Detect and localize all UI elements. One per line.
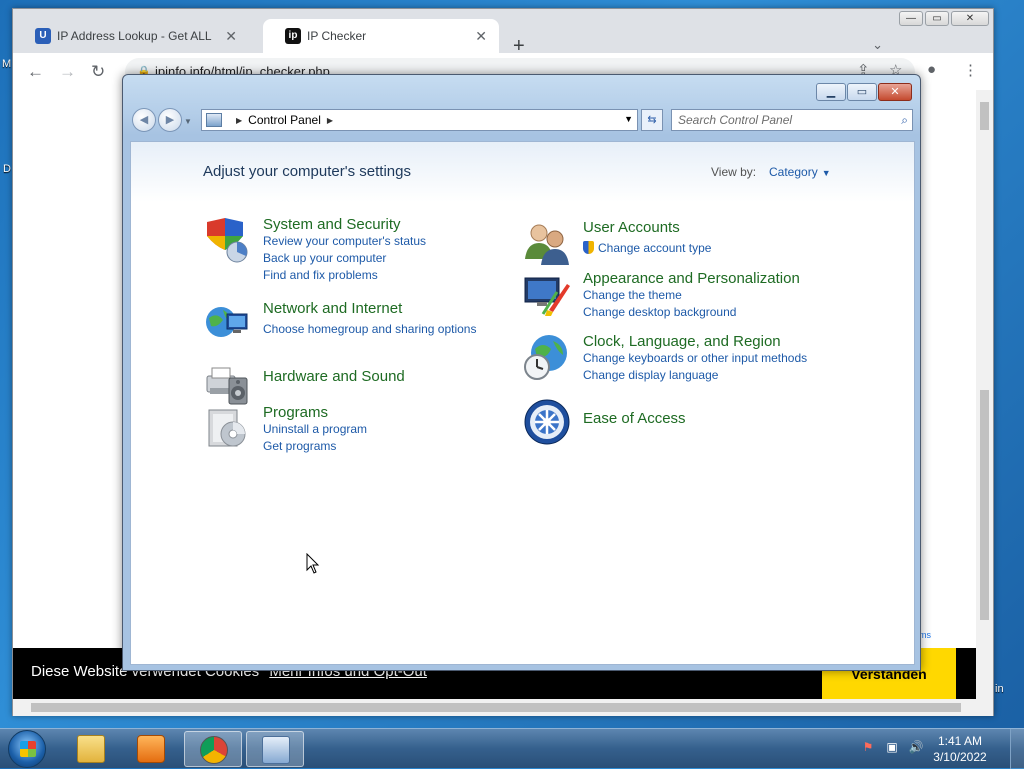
volume-icon[interactable]: 🔊 xyxy=(908,739,924,755)
category-title-link[interactable]: Appearance and Personalization xyxy=(583,270,800,287)
tab-ip-checker[interactable]: ip IP Checker ✕ xyxy=(263,19,499,53)
task-link[interactable]: Change display language xyxy=(583,368,718,382)
task-link[interactable]: Uninstall a program xyxy=(263,422,367,436)
clock[interactable]: 1:41 AM 3/10/2022 xyxy=(924,733,996,765)
breadcrumb-arrow-icon[interactable]: ▶ xyxy=(327,116,333,125)
dropdown-arrow-icon: ▼ xyxy=(821,168,831,178)
menu-kebab-icon[interactable]: ⋮ xyxy=(963,61,978,79)
task-link[interactable]: Choose homegroup and sharing options xyxy=(263,322,476,336)
horizontal-scrollbar[interactable] xyxy=(13,699,993,716)
printer-speaker-icon xyxy=(206,367,248,405)
users-icon xyxy=(525,224,569,265)
control-panel-window: ▁ ▭ ✕ ◀ ▶ ▼ ▶ Control Panel ▶ ▼ ⇆ Search… xyxy=(122,74,921,671)
category-title-link[interactable]: Programs xyxy=(263,404,328,421)
desktop-fragment: M xyxy=(2,58,12,70)
windows-logo-icon xyxy=(20,741,36,757)
task-link-label: Change account type xyxy=(598,241,712,255)
recent-pages-dropdown-icon[interactable]: ▼ xyxy=(184,117,192,132)
desktop-fragment: in xyxy=(995,683,1004,695)
close-button[interactable]: ✕ xyxy=(878,83,912,101)
ease-of-access-icon xyxy=(524,399,570,445)
mouse-cursor-icon xyxy=(306,553,320,574)
tab-label: IP Address Lookup - Get ALL IP L xyxy=(57,29,215,43)
page-title: Adjust your computer's settings xyxy=(203,163,411,180)
search-icon[interactable]: ⌕ xyxy=(901,113,908,128)
chrome-icon xyxy=(200,736,228,764)
maximize-button[interactable]: ▭ xyxy=(847,83,877,101)
category-title-link[interactable]: System and Security xyxy=(263,216,401,233)
back-arrow-icon[interactable]: ← xyxy=(27,62,44,82)
shield-icon xyxy=(207,218,248,263)
category-title-link[interactable]: Hardware and Sound xyxy=(263,368,405,385)
view-by-label: View by: xyxy=(711,165,757,179)
navigation-buttons: ◀ ▶ ▼ xyxy=(132,108,192,132)
refresh-icon[interactable]: ⇆ xyxy=(641,109,663,131)
forward-arrow-icon[interactable]: ▶ xyxy=(158,108,182,132)
taskbar-control-panel[interactable] xyxy=(246,731,304,767)
breadcrumb-arrow-icon[interactable]: ▶ xyxy=(236,116,242,125)
system-tray: ⚑ ▣ 🔊 xyxy=(860,739,924,755)
search-placeholder: Search Control Panel xyxy=(678,113,793,127)
task-link[interactable]: Get programs xyxy=(263,439,336,453)
category-title-link[interactable]: Network and Internet xyxy=(263,300,402,317)
reload-icon[interactable]: ↻ xyxy=(91,62,105,82)
task-link[interactable]: Review your computer's status xyxy=(263,234,426,248)
address-dropdown-icon[interactable]: ▼ xyxy=(624,114,633,124)
category-title-link[interactable]: Ease of Access xyxy=(583,410,686,427)
control-panel-icon xyxy=(206,113,222,127)
view-by-value: Category xyxy=(769,165,818,179)
clock-time: 1:41 AM xyxy=(937,734,983,748)
task-link[interactable]: Change keyboards or other input methods xyxy=(583,351,807,365)
category-title-link[interactable]: User Accounts xyxy=(583,219,680,236)
window-caption-buttons: ▁ ▭ ✕ xyxy=(816,83,912,101)
tab-strip: U IP Address Lookup - Get ALL IP L ✕ ip … xyxy=(13,19,993,57)
back-arrow-icon[interactable]: ◀ xyxy=(132,108,156,132)
profile-avatar-icon[interactable]: ● xyxy=(927,61,936,78)
programs-disc-icon xyxy=(208,409,246,447)
taskbar-media-player[interactable] xyxy=(122,731,180,767)
uac-shield-icon xyxy=(583,241,594,254)
address-bar[interactable]: ▶ Control Panel ▶ ▼ xyxy=(201,109,638,131)
control-panel-content: Adjust your computer's settings View by:… xyxy=(130,141,915,665)
action-center-flag-icon[interactable]: ⚑ xyxy=(860,739,876,755)
task-link[interactable]: Change desktop background xyxy=(583,305,736,319)
tab-label: IP Checker xyxy=(307,29,367,43)
site-favicon-icon: U xyxy=(35,28,51,44)
globe-clock-icon xyxy=(524,335,567,380)
task-link[interactable]: Back up your computer xyxy=(263,251,386,265)
tab-close-icon[interactable]: ✕ xyxy=(225,28,237,44)
view-by-dropdown[interactable]: Category ▼ xyxy=(769,165,831,179)
scrollbar-thumb[interactable] xyxy=(31,703,961,712)
monitor-paintbrush-icon xyxy=(524,277,570,316)
minimize-button[interactable]: ▁ xyxy=(816,83,846,101)
tab-close-icon[interactable]: ✕ xyxy=(475,28,487,44)
breadcrumb-control-panel[interactable]: Control Panel xyxy=(248,113,321,127)
clock-date: 3/10/2022 xyxy=(933,750,987,764)
network-icon[interactable]: ▣ xyxy=(884,739,900,755)
taskbar-chrome[interactable] xyxy=(184,731,242,767)
forward-arrow-icon[interactable]: → xyxy=(59,62,76,82)
task-link[interactable]: Change the theme xyxy=(583,288,682,302)
control-panel-icon xyxy=(262,736,290,764)
taskbar-explorer[interactable] xyxy=(62,731,120,767)
start-button[interactable] xyxy=(8,730,46,768)
category-title-link[interactable]: Clock, Language, and Region xyxy=(583,333,781,350)
scrollbar-thumb[interactable] xyxy=(980,390,989,620)
folder-icon xyxy=(77,735,105,763)
media-player-icon xyxy=(137,735,165,763)
site-favicon-icon: ip xyxy=(285,28,301,44)
network-globe-icon xyxy=(206,307,248,337)
scrollbar-thumb[interactable] xyxy=(980,102,989,130)
tab-ip-address-lookup[interactable]: U IP Address Lookup - Get ALL IP L ✕ xyxy=(13,19,249,53)
tab-search-chevron-icon[interactable]: ⌄ xyxy=(872,37,883,53)
taskbar: ⚑ ▣ 🔊 1:41 AM 3/10/2022 xyxy=(0,728,1024,769)
vertical-scrollbar[interactable] xyxy=(976,90,993,700)
desktop-fragment: D xyxy=(3,163,11,175)
task-link[interactable]: Change account type xyxy=(583,241,711,255)
search-input[interactable]: Search Control Panel ⌕ xyxy=(671,109,913,131)
show-desktop-button[interactable] xyxy=(1010,729,1024,769)
task-link[interactable]: Find and fix problems xyxy=(263,268,378,282)
